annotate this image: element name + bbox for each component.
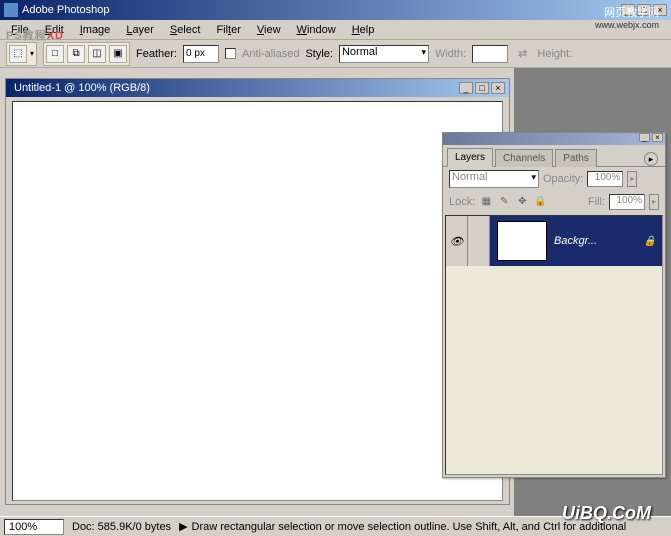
status-hint: ▶ Draw rectangular selection or move sel… xyxy=(179,520,626,533)
tab-channels[interactable]: Channels xyxy=(495,149,553,167)
watermark-brand: UiBQ.CoM xyxy=(562,503,651,524)
menu-file[interactable]: File xyxy=(4,22,36,38)
tab-layers[interactable]: Layers xyxy=(447,148,493,167)
menubar: File Edit Image Layer Select Filter View… xyxy=(0,20,671,40)
opacity-label: Opacity: xyxy=(543,173,583,185)
style-label: Style: xyxy=(305,48,333,60)
opacity-input: 100% xyxy=(587,171,623,187)
lock-icon: 🔒 xyxy=(644,236,656,247)
feather-label: Feather: xyxy=(136,48,177,60)
document-titlebar[interactable]: Untitled-1 @ 100% (RGB/8) _ □ × xyxy=(6,79,509,97)
menu-edit[interactable]: Edit xyxy=(38,22,71,38)
antialiased-checkbox xyxy=(225,48,236,59)
menu-filter[interactable]: Filter xyxy=(209,22,247,38)
doc-info[interactable]: Doc: 585.9K/0 bytes xyxy=(64,521,179,533)
canvas[interactable] xyxy=(12,101,503,501)
options-bar: ⬚▾ □ ⧉ ◫ ▣ Feather: Anti-aliased Style: … xyxy=(0,40,671,68)
watermark-url: www.webjx.com xyxy=(595,20,659,30)
height-label: Height: xyxy=(537,48,572,60)
marquee-tool-icon: ⬚ xyxy=(9,45,27,63)
opacity-arrow-icon: ▸ xyxy=(627,171,637,187)
menu-view[interactable]: View xyxy=(250,22,288,38)
layers-palette: _ × Layers Channels Paths ▸ Normal Opaci… xyxy=(442,132,666,478)
layer-list[interactable]: 👁 Backgr... 🔒 xyxy=(445,215,663,475)
selection-new-icon[interactable]: □ xyxy=(46,45,64,63)
link-cell[interactable] xyxy=(468,216,490,266)
doc-maximize-button[interactable]: □ xyxy=(475,82,489,94)
palette-menu-button[interactable]: ▸ xyxy=(644,152,658,166)
palette-titlebar[interactable]: _ × xyxy=(443,133,665,145)
menu-layer[interactable]: Layer xyxy=(119,22,161,38)
tab-paths[interactable]: Paths xyxy=(555,149,597,167)
document-window: Untitled-1 @ 100% (RGB/8) _ □ × xyxy=(5,78,510,505)
menu-select[interactable]: Select xyxy=(163,22,208,38)
layer-thumbnail[interactable] xyxy=(498,222,546,260)
width-label: Width: xyxy=(435,48,466,60)
doc-minimize-button[interactable]: _ xyxy=(459,82,473,94)
width-input xyxy=(472,45,508,63)
fill-label: Fill: xyxy=(588,196,605,208)
lock-label: Lock: xyxy=(449,196,475,208)
lock-move-icon[interactable]: ✥ xyxy=(515,195,529,209)
app-titlebar: Adobe Photoshop _ □ × xyxy=(0,0,671,20)
app-icon xyxy=(4,3,18,17)
palette-minimize-button[interactable]: _ xyxy=(639,133,650,142)
selection-subtract-icon[interactable]: ◫ xyxy=(88,45,106,63)
style-select[interactable]: Normal xyxy=(339,45,429,63)
selection-intersect-icon[interactable]: ▣ xyxy=(109,45,127,63)
tool-preset[interactable]: ⬚▾ xyxy=(6,42,37,66)
play-icon: ▶ xyxy=(179,520,187,533)
palette-close-button[interactable]: × xyxy=(652,133,663,142)
selection-add-icon[interactable]: ⧉ xyxy=(67,45,85,63)
lock-all-icon[interactable]: 🔒 xyxy=(533,195,547,209)
menu-image[interactable]: Image xyxy=(73,22,118,38)
doc-close-button[interactable]: × xyxy=(491,82,505,94)
watermark-site: 网页教学网 xyxy=(604,4,659,20)
fill-arrow-icon: ▸ xyxy=(649,194,659,210)
blend-mode-select: Normal xyxy=(449,170,539,188)
zoom-input[interactable]: 100% xyxy=(4,519,64,535)
feather-input[interactable] xyxy=(183,45,219,63)
menu-help[interactable]: Help xyxy=(345,22,382,38)
app-title: Adobe Photoshop xyxy=(22,4,109,16)
layer-row[interactable]: 👁 Backgr... 🔒 xyxy=(446,216,662,266)
fill-input: 100% xyxy=(609,194,645,210)
lock-transparent-icon[interactable]: ▦ xyxy=(479,195,493,209)
menu-window[interactable]: Window xyxy=(290,22,343,38)
lock-paint-icon[interactable]: ✎ xyxy=(497,195,511,209)
document-title: Untitled-1 @ 100% (RGB/8) xyxy=(14,82,150,94)
palette-tabs: Layers Channels Paths ▸ xyxy=(443,145,665,167)
layer-name[interactable]: Backgr... xyxy=(554,235,597,247)
antialiased-label: Anti-aliased xyxy=(242,48,299,60)
visibility-toggle[interactable]: 👁 xyxy=(446,216,468,266)
